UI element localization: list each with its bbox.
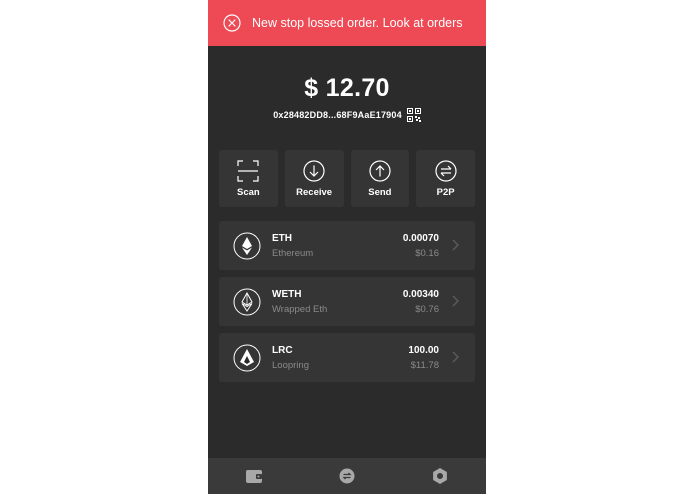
close-circle-icon[interactable]	[223, 14, 241, 32]
loopring-icon	[233, 344, 261, 372]
settings-icon	[432, 468, 447, 484]
wallet-balance: $ 12.70	[304, 74, 390, 102]
p2p-label: P2P	[436, 187, 455, 198]
scan-label: Scan	[237, 187, 260, 198]
wallet-icon	[246, 470, 263, 483]
token-symbol: WETH	[272, 289, 302, 300]
receive-label: Receive	[296, 187, 333, 198]
token-symbol: ETH	[272, 233, 292, 244]
phone-screen: New stop lossed order. Look at orders $ …	[208, 0, 486, 494]
token-row-lrc[interactable]: LRC Loopring 100.00 $11.78	[219, 333, 475, 382]
send-label: Send	[368, 187, 392, 198]
p2p-button[interactable]: P2P	[416, 150, 475, 207]
wallet-address[interactable]: 0x28482DD8...68F9AaE17904	[273, 110, 402, 120]
tab-settings[interactable]	[393, 458, 486, 494]
qr-code-icon[interactable]	[406, 108, 421, 122]
token-row-eth[interactable]: ETH Ethereum 0.00070 $0.16	[219, 221, 475, 270]
token-fiat-value: $11.78	[410, 360, 439, 371]
address-row: 0x28482DD8...68F9AaE17904	[208, 107, 486, 123]
ethereum-icon	[233, 288, 261, 316]
token-row-weth[interactable]: WETH Wrapped Eth 0.00340 $0.76	[219, 277, 475, 326]
exchange-icon	[339, 468, 355, 484]
scan-icon	[237, 160, 259, 182]
token-name: Wrapped Eth	[272, 304, 328, 315]
token-symbol: LRC	[272, 345, 293, 356]
token-fiat-value: $0.16	[415, 248, 439, 259]
token-name: Loopring	[272, 360, 309, 371]
bottom-tab-bar	[208, 458, 486, 494]
token-amount: 0.00340	[402, 289, 439, 300]
tab-wallet[interactable]	[208, 458, 301, 494]
tab-exchange[interactable]	[301, 458, 394, 494]
action-buttons: Scan Receive Send P2P	[219, 150, 475, 207]
token-amount: 100.00	[408, 345, 439, 356]
token-amount: 0.00070	[402, 233, 439, 244]
banner-message[interactable]: New stop lossed order. Look at orders	[252, 0, 463, 46]
ethereum-icon	[233, 232, 261, 260]
swap-icon	[435, 160, 457, 182]
token-list: ETH Ethereum 0.00070 $0.16 WETH Wrapped …	[219, 221, 475, 389]
receive-icon	[303, 160, 325, 182]
token-fiat-value: $0.76	[415, 304, 439, 315]
scan-button[interactable]: Scan	[219, 150, 278, 207]
receive-button[interactable]: Receive	[284, 150, 344, 207]
send-button[interactable]: Send	[350, 150, 410, 207]
send-icon	[369, 160, 391, 182]
chevron-right-icon	[452, 295, 459, 307]
chevron-right-icon	[452, 351, 459, 363]
token-name: Ethereum	[272, 248, 314, 259]
notification-banner[interactable]: New stop lossed order. Look at orders	[208, 0, 486, 46]
chevron-right-icon	[452, 239, 459, 251]
